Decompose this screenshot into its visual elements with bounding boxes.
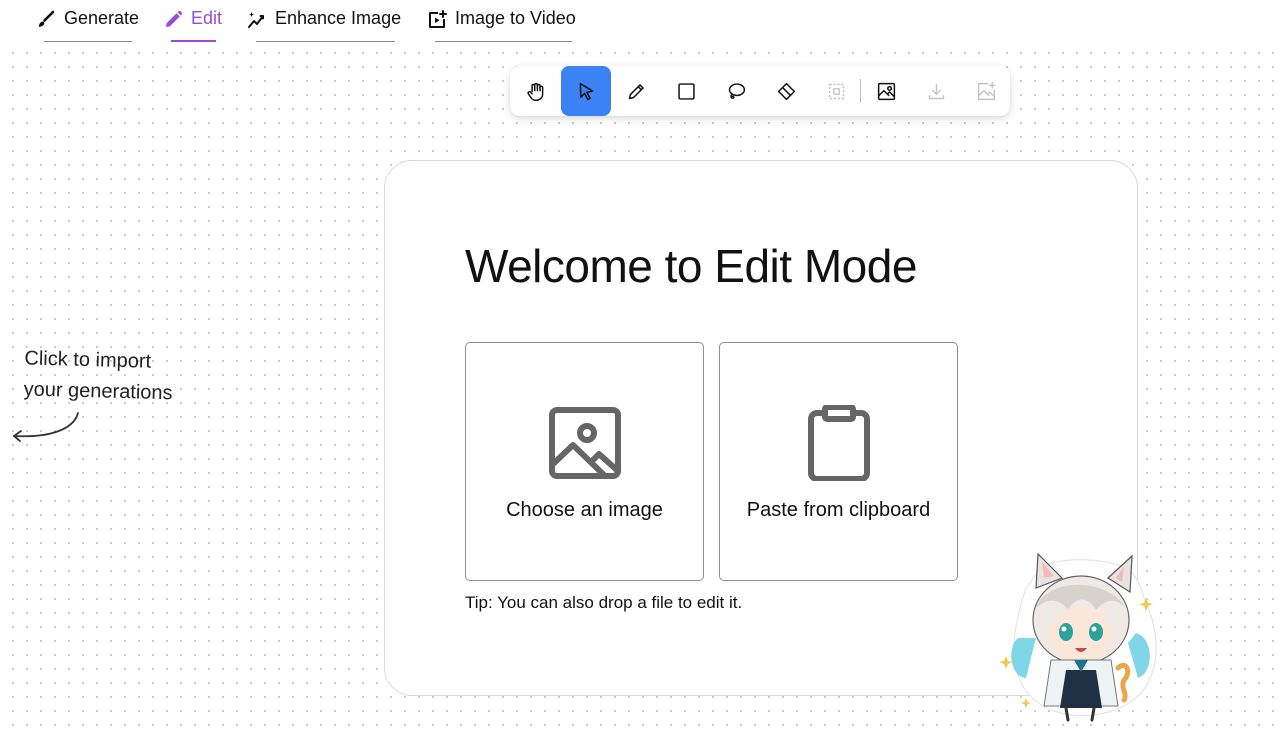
eraser-tool-button[interactable] (761, 66, 811, 116)
tab-label: Enhance Image (275, 8, 402, 28)
lasso-icon (728, 82, 745, 99)
tab-underline (256, 41, 395, 42)
tab-image-to-video[interactable]: Image to Video (427, 8, 576, 42)
choose-image-button[interactable]: Choose an image (465, 342, 704, 581)
download-tool-button[interactable] (911, 66, 961, 116)
paste-clipboard-label: Paste from clipboard (746, 499, 931, 521)
crop-tool-button[interactable] (811, 66, 861, 116)
tab-underline (171, 40, 216, 42)
video-plus-icon (429, 10, 447, 28)
eraser-icon (777, 82, 795, 100)
pencil-icon (166, 10, 183, 27)
drop-tip: Tip: You can also drop a file to edit it… (465, 593, 743, 612)
pencil-icon (628, 83, 644, 99)
lasso-tool-button[interactable] (711, 66, 761, 116)
tab-underline (435, 41, 572, 42)
mascot-cat-girl-sticker (999, 552, 1157, 722)
top-nav: Generate Edit Enhance Image Image to Vid… (0, 0, 1280, 44)
add-image-tool-button[interactable] (961, 66, 1011, 116)
tab-label: Generate (64, 8, 140, 28)
tab-edit[interactable]: Edit (163, 8, 222, 42)
choose-image-label: Choose an image (506, 499, 663, 521)
crop-dashed-icon (828, 83, 844, 99)
cursor-icon (579, 82, 593, 100)
page-title: Welcome to Edit Mode (465, 240, 917, 292)
curved-arrow-icon (13, 412, 79, 442)
pencil-tool-button[interactable] (611, 66, 661, 116)
tab-generate[interactable]: Generate (36, 8, 139, 42)
image-plus-icon (977, 81, 996, 100)
canvas-toolbar (510, 66, 1010, 116)
sparkle-chart-icon (248, 12, 264, 28)
tab-underline (44, 41, 132, 42)
hand-tool-button[interactable] (511, 66, 561, 116)
brush-icon (39, 10, 55, 27)
clipboard-icon (807, 405, 870, 481)
hand-icon (526, 82, 543, 101)
image-icon (877, 82, 895, 100)
import-hint: Click to import your generations (23, 343, 225, 410)
image-icon (548, 407, 621, 479)
hint-line-2: your generations (23, 378, 173, 405)
tab-label: Image to Video (455, 8, 576, 28)
image-tool-button[interactable] (861, 66, 911, 116)
download-icon (928, 83, 944, 99)
square-icon (677, 82, 695, 100)
paste-clipboard-button[interactable]: Paste from clipboard (719, 342, 958, 581)
rectangle-tool-button[interactable] (661, 66, 711, 116)
tab-label: Edit (191, 8, 223, 28)
select-tool-button[interactable] (561, 66, 611, 116)
tab-enhance-image[interactable]: Enhance Image (247, 8, 401, 42)
